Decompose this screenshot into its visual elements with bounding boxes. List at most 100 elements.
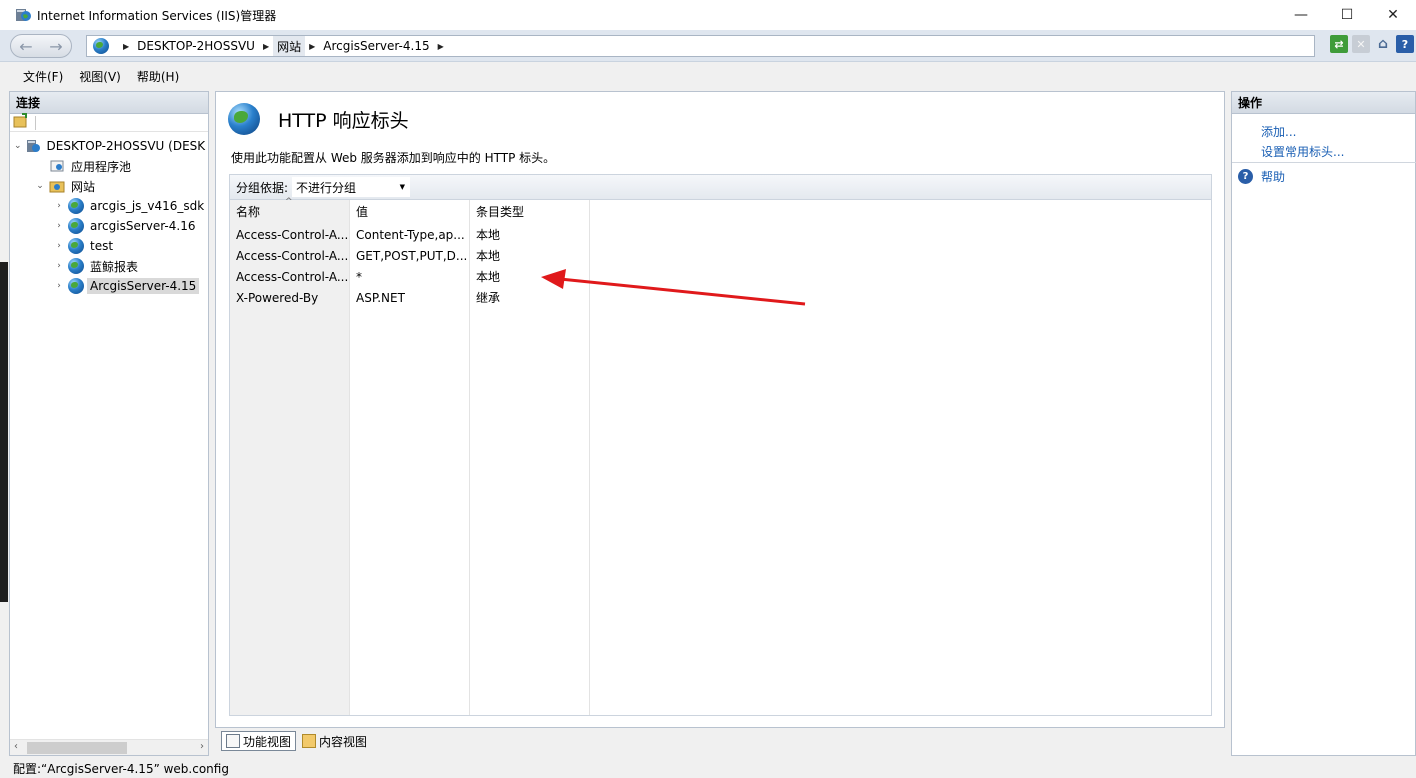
- actions-pane: 操作 添加... 设置常用标头... ? 帮助: [1231, 91, 1416, 756]
- scrollbar-thumb[interactable]: [27, 742, 127, 754]
- headers-table: 名称 ^ 值 条目类型 Access-Control-A... Content-…: [229, 197, 1212, 716]
- cell-entry-type: 本地: [476, 249, 501, 263]
- table-row[interactable]: Access-Control-A... Content-Type,ap... 本…: [230, 224, 590, 245]
- dropdown-arrow-icon[interactable]: ▼: [400, 183, 405, 191]
- help-icon[interactable]: ?: [1396, 35, 1414, 53]
- new-connection-icon[interactable]: [13, 113, 29, 132]
- chevron-right-icon[interactable]: ›: [53, 261, 65, 271]
- status-bar: 配置:“ArcgisServer-4.15” web.config: [0, 758, 1416, 778]
- content-view-icon: [302, 734, 317, 748]
- chevron-right-icon[interactable]: ›: [53, 221, 65, 231]
- title-bar: Internet Information Services (IIS)管理器 —…: [0, 0, 1416, 30]
- maximize-button[interactable]: ☐: [1324, 0, 1370, 30]
- tree-item-site[interactable]: › arcgisServer-4.16: [10, 216, 208, 236]
- table-row[interactable]: Access-Control-A... * 本地: [230, 266, 590, 287]
- scroll-right-icon[interactable]: ›: [200, 741, 204, 752]
- globe-icon: [228, 103, 260, 135]
- tab-features-view[interactable]: 功能视图: [221, 731, 297, 751]
- tree-item-server[interactable]: ⌄ DESKTOP-2HOSSVU (DESK: [10, 136, 208, 156]
- column-header-entry-type[interactable]: 条目类型: [470, 200, 590, 222]
- breadcrumb-site[interactable]: ArcgisServer-4.15: [319, 36, 433, 56]
- tree-item-sites[interactable]: ⌄ 网站: [10, 176, 208, 196]
- cell-entry-type: 继承: [476, 291, 501, 305]
- globe-icon: [68, 218, 84, 234]
- column-header-label: 名称: [236, 204, 261, 219]
- globe-icon: [68, 278, 84, 294]
- sort-ascending-icon: ^: [285, 197, 293, 207]
- chevron-right-icon[interactable]: ›: [53, 201, 65, 211]
- menu-help[interactable]: 帮助(H): [129, 68, 187, 85]
- help-link[interactable]: 帮助: [1261, 168, 1285, 185]
- feature-header: HTTP 响应标头: [228, 103, 409, 135]
- cell-entry-type: 本地: [476, 270, 501, 284]
- tree-item-site-selected[interactable]: › ArcgisServer-4.15: [10, 276, 208, 296]
- window-title: Internet Information Services (IIS)管理器: [37, 8, 277, 23]
- cell-value: ASP.NET: [356, 290, 405, 305]
- group-by-bar: 分组依据: 不进行分组 ▼: [229, 174, 1212, 200]
- chevron-right-icon[interactable]: ›: [53, 281, 65, 291]
- breadcrumb-sites[interactable]: 网站: [273, 36, 306, 56]
- tree-item-label: arcgisServer-4.16: [90, 219, 196, 233]
- menu-view[interactable]: 视图(V): [71, 68, 129, 85]
- nav-buttons: ← →: [10, 34, 72, 58]
- set-common-headers-link[interactable]: 设置常用标头...: [1261, 143, 1344, 160]
- app-pool-icon: [49, 158, 65, 174]
- add-link[interactable]: 添加...: [1261, 123, 1296, 140]
- features-view-icon: [226, 734, 240, 748]
- cell-value: *: [356, 269, 362, 284]
- globe-icon: [93, 38, 109, 54]
- table-row[interactable]: Access-Control-A... GET,POST,PUT,D... 本地: [230, 245, 590, 266]
- forward-arrow-icon[interactable]: →: [49, 37, 62, 56]
- refresh-icon[interactable]: ⇄: [1330, 35, 1348, 53]
- divider: [1232, 162, 1416, 163]
- chevron-right-icon[interactable]: ▶: [263, 42, 269, 51]
- tree-item-label: ArcgisServer-4.15: [87, 278, 200, 294]
- horizontal-scrollbar[interactable]: ‹ ›: [10, 739, 208, 755]
- tab-content-view[interactable]: 内容视图: [298, 731, 371, 751]
- group-by-value: 不进行分组: [296, 180, 357, 195]
- toolbar-separator: [35, 115, 36, 130]
- tree-item-site[interactable]: › test: [10, 236, 208, 256]
- group-by-label: 分组依据:: [236, 180, 289, 195]
- menu-bar: 文件(F) 视图(V) 帮助(H): [0, 63, 1416, 89]
- tree-item-site[interactable]: › 蓝鲸报表: [10, 256, 208, 276]
- cell-name: X-Powered-By: [236, 290, 319, 305]
- back-arrow-icon[interactable]: ←: [19, 37, 32, 56]
- menu-file[interactable]: 文件(F): [15, 68, 71, 85]
- breadcrumb-server[interactable]: DESKTOP-2HOSSVU: [133, 36, 259, 56]
- breadcrumb[interactable]: ▶ DESKTOP-2HOSSVU ▶ 网站 ▶ ArcgisServer-4.…: [86, 35, 1315, 57]
- home-icon[interactable]: ⌂: [1374, 35, 1392, 53]
- address-bar: ← → ▶ DESKTOP-2HOSSVU ▶ 网站 ▶ ArcgisServe…: [0, 30, 1416, 62]
- view-tabs: 功能视图 内容视图: [215, 730, 373, 752]
- column-header-name[interactable]: 名称 ^: [230, 197, 350, 222]
- chevron-right-icon[interactable]: ▶: [438, 42, 444, 51]
- tree-item-label: DESKTOP-2HOSSVU (DESK: [46, 139, 206, 153]
- background-edge: [0, 262, 8, 602]
- feature-description: 使用此功能配置从 Web 服务器添加到响应中的 HTTP 标头。: [231, 151, 556, 165]
- minimize-button[interactable]: —: [1278, 0, 1324, 30]
- tree-item-app-pools[interactable]: 应用程序池: [10, 156, 208, 176]
- stop-icon[interactable]: ✕: [1352, 35, 1370, 53]
- tab-label: 内容视图: [319, 734, 368, 749]
- table-header: 名称 ^ 值 条目类型: [230, 197, 590, 222]
- table-row[interactable]: X-Powered-By ASP.NET 继承: [230, 287, 590, 308]
- tree-item-site[interactable]: › arcgis_js_v416_sdk: [10, 196, 208, 216]
- connections-header: 连接: [10, 92, 208, 114]
- chevron-right-icon[interactable]: ▶: [309, 42, 315, 51]
- connections-toolbar: [10, 113, 208, 132]
- tree-item-label: arcgis_js_v416_sdk: [90, 199, 205, 213]
- help-icon: ?: [1238, 169, 1253, 184]
- chevron-down-icon[interactable]: ⌄: [14, 141, 22, 151]
- chevron-down-icon[interactable]: ⌄: [34, 181, 46, 191]
- connections-pane: 连接 ⌄ DESKTOP-2HOSSVU (DESK 应用程序池 ⌄ 网站 › …: [9, 91, 209, 756]
- chevron-right-icon[interactable]: ▶: [123, 42, 129, 51]
- globe-icon: [68, 198, 84, 214]
- globe-icon: [68, 238, 84, 254]
- chevron-right-icon[interactable]: ›: [53, 241, 65, 251]
- group-by-select[interactable]: 不进行分组 ▼: [292, 177, 411, 197]
- tab-label: 功能视图: [243, 734, 292, 749]
- scroll-left-icon[interactable]: ‹: [14, 741, 18, 752]
- server-icon: [25, 138, 41, 154]
- column-header-value[interactable]: 值: [350, 200, 470, 222]
- close-button[interactable]: ✕: [1370, 0, 1416, 30]
